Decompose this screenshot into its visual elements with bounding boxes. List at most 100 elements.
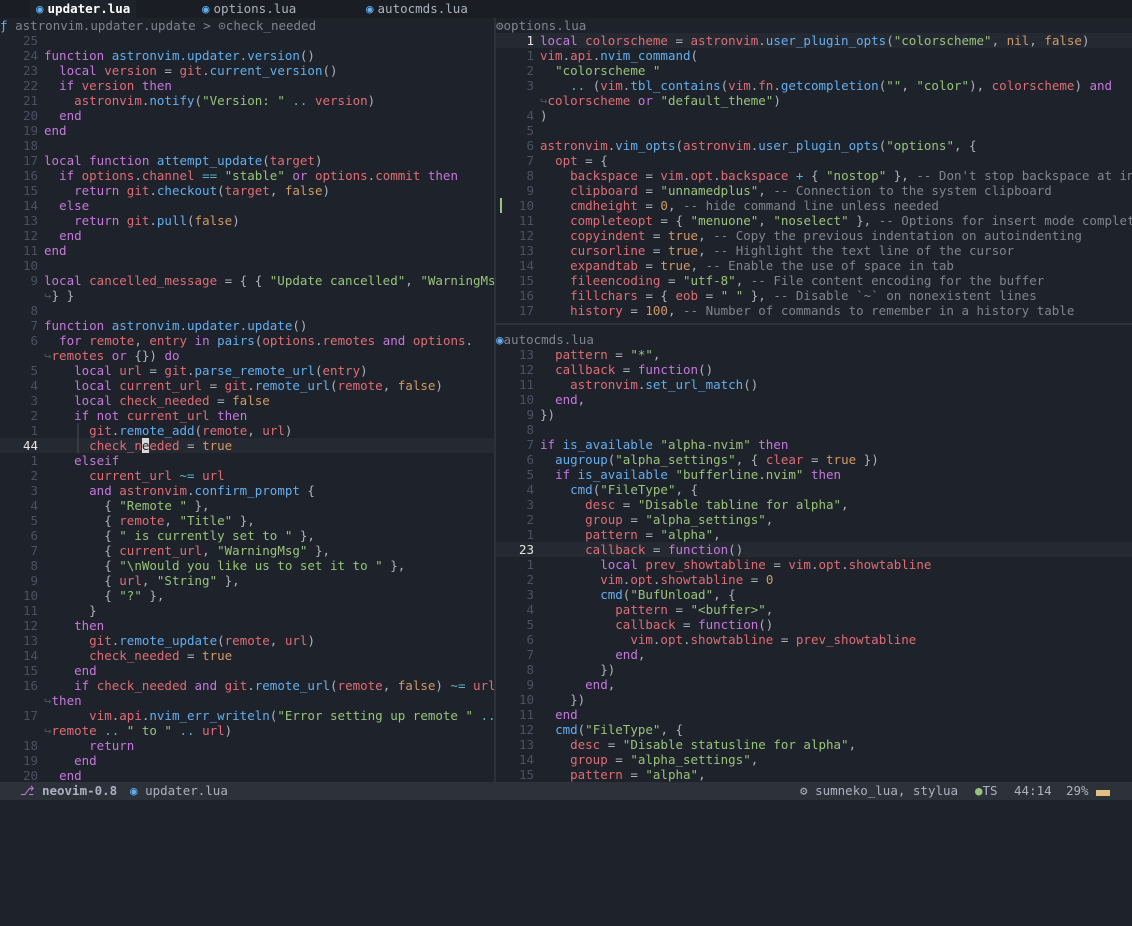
code-line[interactable]: 6 { " is currently set to " }, <box>0 528 494 543</box>
code-lines[interactable]: 1 local colorscheme = astronvim.user_plug… <box>496 33 1132 318</box>
code-line[interactable]: 1 │ git.remote_add(remote, url) <box>0 423 494 438</box>
code-line[interactable]: 18 return <box>0 738 494 753</box>
code-line[interactable]: ↪} } <box>0 288 494 303</box>
code-line[interactable]: 15 pattern = "alpha", <box>496 767 1132 782</box>
editor-pane-top-right[interactable]: ⚙options.lua 1 local colorscheme = astron… <box>496 18 1132 323</box>
code-line[interactable]: 7 opt = { <box>496 153 1132 168</box>
code-line[interactable]: 3 local check_needed = false <box>0 393 494 408</box>
code-line[interactable]: 4 cmd("FileType", { <box>496 482 1132 497</box>
code-line[interactable]: 2 "colorscheme " <box>496 63 1132 78</box>
tab-updater[interactable]: ◉ updater.lua <box>30 0 137 18</box>
code-lines[interactable]: 25 24 function astronvim.updater.version()… <box>0 33 494 782</box>
code-line[interactable]: 23 local version = git.current_version() <box>0 63 494 78</box>
code-line[interactable]: 12 then <box>0 618 494 633</box>
code-line[interactable]: 22 if version then <box>0 78 494 93</box>
code-line[interactable]: 25 <box>0 33 494 48</box>
code-line[interactable]: 20 end <box>0 108 494 123</box>
code-line[interactable]: ↪colorscheme or "default_theme") <box>496 93 1132 108</box>
code-line[interactable]: 7 end, <box>496 647 1132 662</box>
code-line[interactable]: 9 clipboard = "unnamedplus", -- Connecti… <box>496 183 1132 198</box>
tab-options[interactable]: ◉ options.lua <box>196 0 302 18</box>
code-line[interactable]: 9}) <box>496 407 1132 422</box>
code-line[interactable]: 16 if options.channel == "stable" or opt… <box>0 168 494 183</box>
code-line[interactable]: 21 astronvim.notify("Version: " .. versi… <box>0 93 494 108</box>
code-line[interactable]: 6 astronvim.vim_opts(astronvim.user_plugi… <box>496 138 1132 153</box>
code-line[interactable]: 5 <box>496 123 1132 138</box>
code-line[interactable]: 8 { "\nWould you like us to set it to " … <box>0 558 494 573</box>
code-line[interactable]: 14 group = "alpha_settings", <box>496 752 1132 767</box>
code-line[interactable]: 7 if is_available "alpha-nvim" then <box>496 437 1132 452</box>
code-line[interactable]: 13 return git.pull(false) <box>0 213 494 228</box>
code-line[interactable]: 12 cmd("FileType", { <box>496 722 1132 737</box>
winbar-file[interactable]: options.lua <box>504 18 587 33</box>
code-line[interactable]: 1 vim.api.nvim_command( <box>496 48 1132 63</box>
code-line[interactable]: 8 }) <box>496 662 1132 677</box>
code-line[interactable]: 2 group = "alpha_settings", <box>496 512 1132 527</box>
code-line[interactable]: 24 function astronvim.updater.version() <box>0 48 494 63</box>
code-line[interactable]: 3 .. (vim.tbl_contains(vim.fn.getcomplet… <box>496 78 1132 93</box>
code-line[interactable]: 14 expandtab = true, -- Enable the use o… <box>496 258 1132 273</box>
winbar-module[interactable]: astronvim.updater.update <box>15 18 196 33</box>
code-line[interactable]: 5 callback = function() <box>496 617 1132 632</box>
code-line[interactable]: 8 <box>496 422 1132 437</box>
code-line[interactable]: 3 desc = "Disable tabline for alpha", <box>496 497 1132 512</box>
code-line[interactable]: 4 { "Remote " }, <box>0 498 494 513</box>
code-line[interactable]: 17 history = 100, -- Number of commands … <box>496 303 1132 318</box>
code-line[interactable]: 2 current_url ~= url <box>0 468 494 483</box>
lsp-status[interactable]: ⚙ sumneko_lua, stylua <box>800 782 958 800</box>
code-line[interactable]: 8 <box>0 303 494 318</box>
code-line[interactable]: 13 pattern = "*", <box>496 347 1132 362</box>
horizontal-split[interactable] <box>496 323 1132 325</box>
code-line[interactable]: 15 fileencoding = "utf-8", -- File conte… <box>496 273 1132 288</box>
code-line[interactable]: ↪remote .. " to " .. url) <box>0 723 494 738</box>
code-line[interactable]: 17 vim.api.nvim_err_writeln("Error setti… <box>0 708 494 723</box>
tab-autocmds[interactable]: ◉ autocmds.lua <box>360 0 474 18</box>
code-line[interactable]: 20 end <box>0 768 494 782</box>
code-line[interactable]: 15 end <box>0 663 494 678</box>
code-line[interactable]: 10 end, <box>496 392 1132 407</box>
code-line[interactable]: 1 local prev_showtabline = vim.opt.showt… <box>496 557 1132 572</box>
editor-pane-bottom-right[interactable]: ◉autocmds.lua 13 pattern = "*", 12 callba… <box>496 332 1132 782</box>
code-line[interactable]: 11 end <box>0 243 494 258</box>
code-line[interactable]: 1 pattern = "alpha", <box>496 527 1132 542</box>
code-line[interactable]: 5 { remote, "Title" }, <box>0 513 494 528</box>
code-line[interactable]: 19 end <box>0 123 494 138</box>
git-branch[interactable]: ⎇ neovim-0.8 <box>20 782 117 800</box>
code-line[interactable]: 10 { "?" }, <box>0 588 494 603</box>
current-line[interactable]: 44 │ check_needed = true <box>0 438 494 453</box>
code-line[interactable]: 7 function astronvim.updater.update() <box>0 318 494 333</box>
code-line[interactable]: 12 copyindent = true, -- Copy the previo… <box>496 228 1132 243</box>
code-line[interactable]: 4 pattern = "<buffer>", <box>496 602 1132 617</box>
code-line[interactable]: 8 backspace = vim.opt.backspace + { "nos… <box>496 168 1132 183</box>
code-line[interactable]: ↪remotes or {}) do <box>0 348 494 363</box>
code-line[interactable]: 17 local function attempt_update(target) <box>0 153 494 168</box>
code-line[interactable]: 1 elseif <box>0 453 494 468</box>
code-line[interactable]: 9 { url, "String" }, <box>0 573 494 588</box>
current-line[interactable]: 1 local colorscheme = astronvim.user_plug… <box>496 33 1132 48</box>
code-line[interactable]: 13 cursorline = true, -- Highlight the t… <box>496 243 1132 258</box>
code-line[interactable]: 11 completeopt = { "menuone", "noselect"… <box>496 213 1132 228</box>
code-line[interactable]: 11 astronvim.set_url_match() <box>496 377 1132 392</box>
code-line[interactable]: 13 desc = "Disable statusline for alpha"… <box>496 737 1132 752</box>
code-line[interactable]: 4 local current_url = git.remote_url(rem… <box>0 378 494 393</box>
code-line[interactable]: 14 check_needed = true <box>0 648 494 663</box>
code-line[interactable]: 12 end <box>0 228 494 243</box>
code-line[interactable]: 19 end <box>0 753 494 768</box>
code-line[interactable]: 6 for remote, entry in pairs(options.rem… <box>0 333 494 348</box>
code-line[interactable]: 4) <box>496 108 1132 123</box>
code-line[interactable]: 6 vim.opt.showtabline = prev_showtabline <box>496 632 1132 647</box>
code-line[interactable]: 12 callback = function() <box>496 362 1132 377</box>
code-line[interactable]: 9 local cancelled_message = { { "Update c… <box>0 273 494 288</box>
code-line[interactable]: 16 fillchars = { eob = " " }, -- Disable… <box>496 288 1132 303</box>
code-line[interactable]: 5 if is_available "bufferline.nvim" then <box>496 467 1132 482</box>
code-line[interactable]: 10 cmdheight = 0, -- hide command line u… <box>496 198 1132 213</box>
code-line[interactable]: 3 and astronvim.confirm_prompt { <box>0 483 494 498</box>
code-line[interactable]: 10 }) <box>496 692 1132 707</box>
code-line[interactable]: 13 git.remote_update(remote, url) <box>0 633 494 648</box>
code-line[interactable]: 5 local url = git.parse_remote_url(entry… <box>0 363 494 378</box>
code-lines[interactable]: 13 pattern = "*", 12 callback = function(… <box>496 347 1132 782</box>
code-line[interactable]: ↪then <box>0 693 494 708</box>
winbar-symbol[interactable]: check_needed <box>226 18 316 33</box>
current-line[interactable]: 23 callback = function() <box>496 542 1132 557</box>
code-line[interactable]: 6 augroup("alpha_settings", { clear = tr… <box>496 452 1132 467</box>
